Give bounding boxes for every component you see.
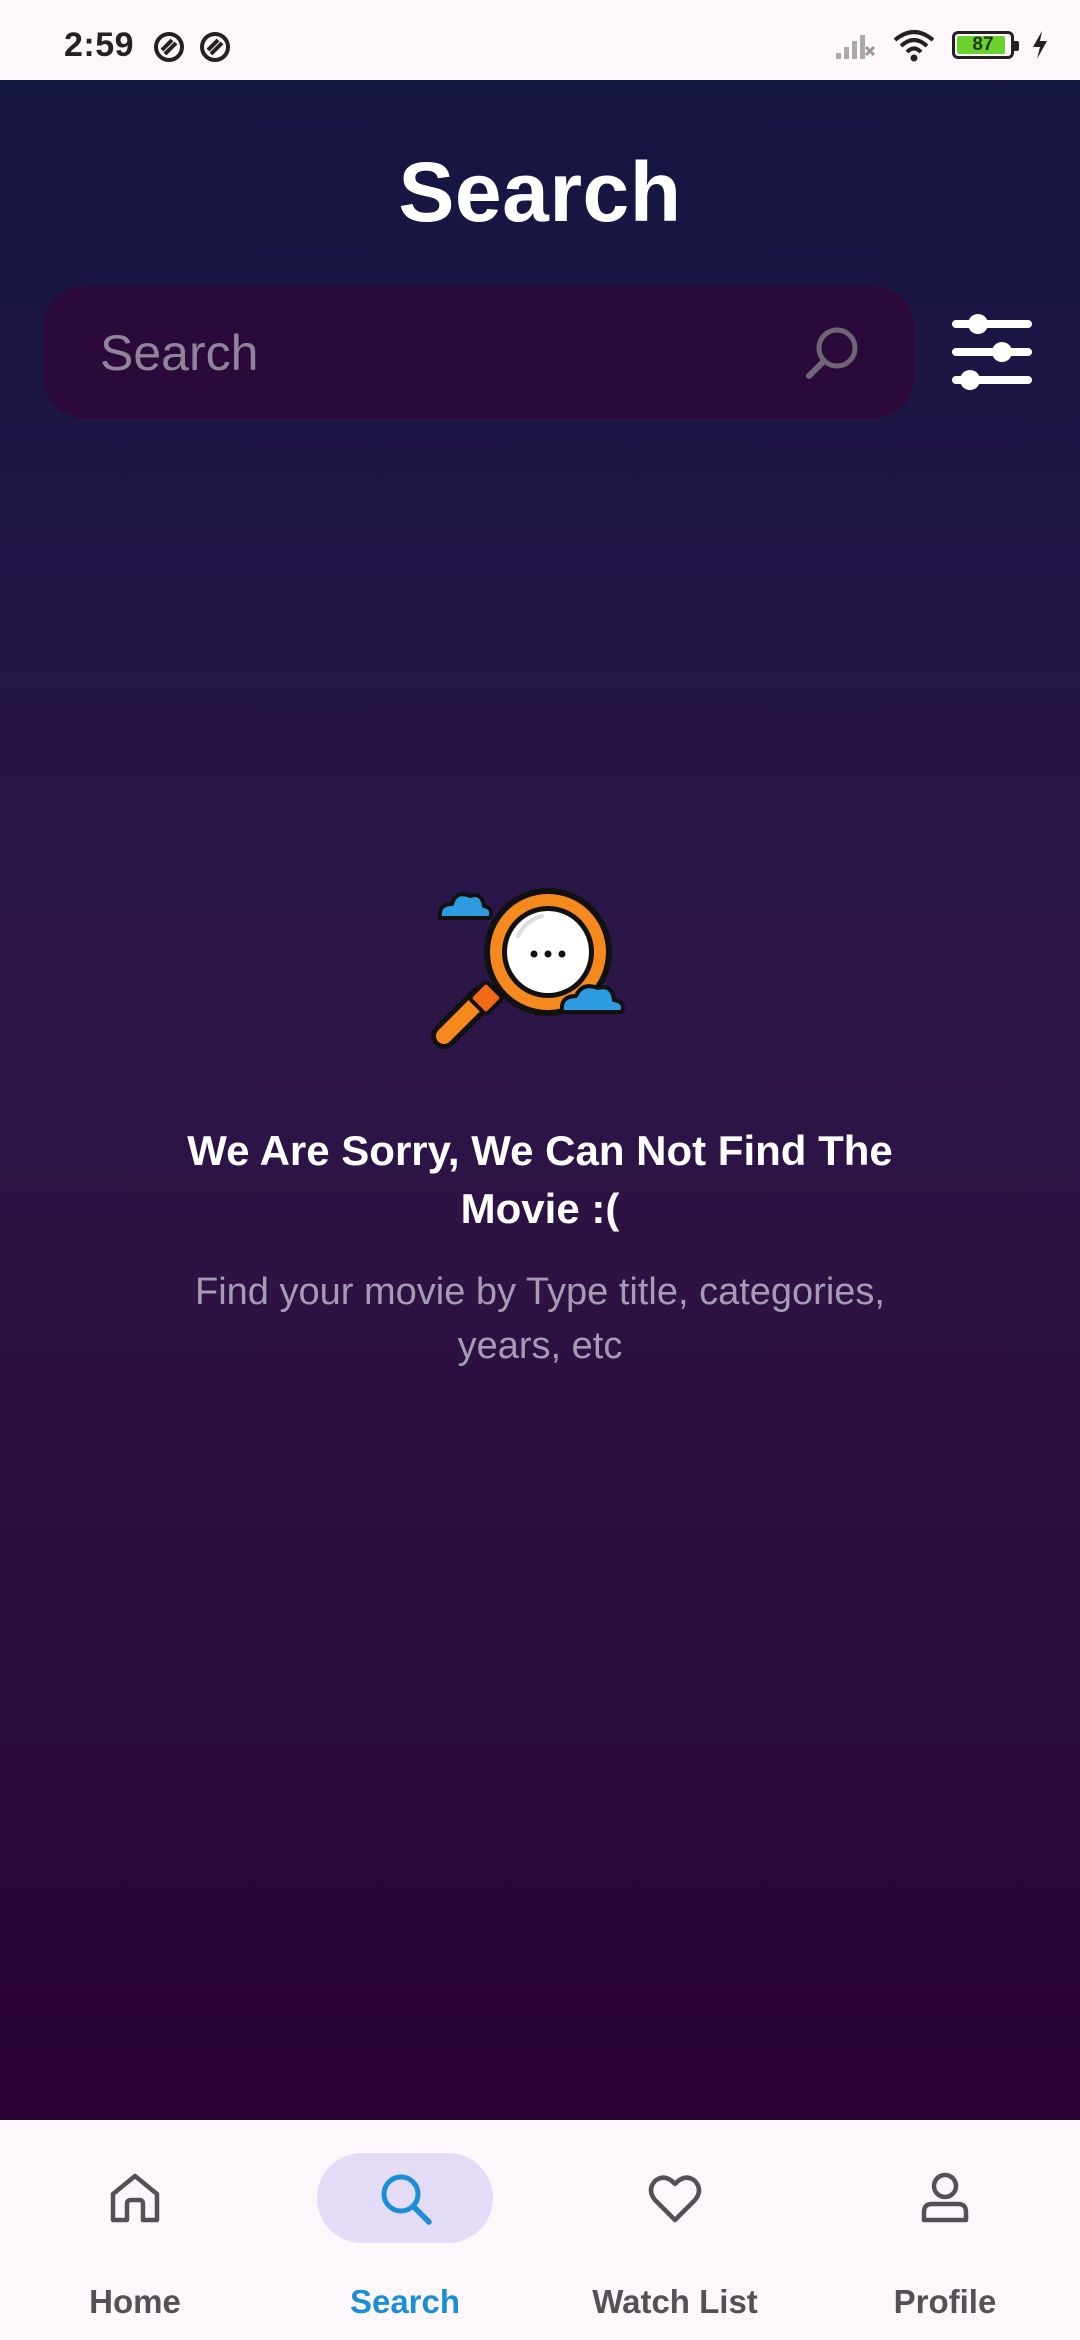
nav-label-profile: Profile — [893, 2283, 997, 2320]
battery-level: 87 — [972, 34, 994, 55]
nav-label-search: Search — [349, 2283, 461, 2320]
nav-label-home: Home — [89, 2283, 181, 2320]
search-input[interactable] — [98, 286, 802, 420]
sliders-icon[interactable] — [950, 310, 1034, 394]
wifi-icon — [893, 30, 935, 62]
status-left-icons — [152, 30, 232, 64]
magnifier-clouds-illustration — [431, 888, 625, 1049]
home-icon — [110, 2173, 160, 2223]
search-icon — [381, 2174, 432, 2225]
nav-item-search[interactable]: Search — [270, 2120, 540, 2340]
nav-item-home[interactable]: Home — [0, 2120, 270, 2340]
bottom-navigation: Home Search Watch List Profile — [0, 2120, 1080, 2340]
nav-item-profile[interactable]: Profile — [810, 2120, 1080, 2340]
dnd-icon — [154, 32, 184, 62]
search-screen: Search We Are Sorry, We Can Not Find The… — [0, 80, 1080, 2120]
status-bar: 2:59 87 — [0, 0, 1080, 80]
search-icon[interactable] — [804, 324, 862, 382]
status-right-icons: 87 — [834, 28, 1050, 62]
nav-item-watch-list[interactable]: Watch List — [540, 2120, 810, 2340]
signal-icon — [836, 35, 876, 59]
battery-icon: 87 — [952, 31, 1019, 59]
heart-icon — [648, 2175, 702, 2223]
status-time: 2:59 — [64, 26, 135, 64]
battery-cap — [1014, 41, 1019, 51]
empty-state-subtitle: Find your movie by Type title, categorie… — [195, 1271, 885, 1367]
page-title: Search — [398, 145, 682, 239]
search-box[interactable] — [44, 286, 914, 420]
dnd-icon — [200, 32, 230, 62]
empty-state-title: We Are Sorry, We Can Not Find The Movie … — [187, 1127, 893, 1232]
user-icon — [921, 2172, 969, 2223]
charging-icon — [1033, 31, 1047, 59]
nav-label-watch-list: Watch List — [592, 2283, 758, 2320]
